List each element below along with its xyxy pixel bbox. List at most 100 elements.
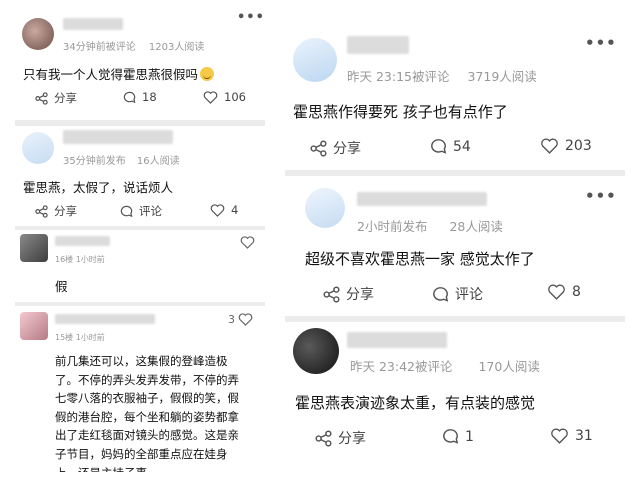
reply-text: 前几集还可以，这集假的登峰造极 了。不停的弄头发弄发带，不停的弄 七零八落的衣服… <box>55 352 239 472</box>
reply-meta: 15楼 1小时前 <box>55 333 105 342</box>
more-options-icon[interactable]: ••• <box>237 10 265 25</box>
divider <box>15 302 265 306</box>
post-time: 昨天 23:15被评论 <box>347 69 450 84</box>
reply-line: 子节目，妈妈的全部重点应在娃身 <box>55 446 228 461</box>
avatar[interactable] <box>22 132 54 164</box>
share-icon <box>35 91 48 105</box>
post-time: 34分钟前被评论 <box>63 42 136 53</box>
share-label: 分享 <box>54 204 77 218</box>
comment-count: 54 <box>453 138 471 155</box>
comment-button[interactable]: 1 <box>442 428 474 445</box>
username-blurred <box>63 130 173 144</box>
more-options-icon[interactable]: ••• <box>585 34 617 52</box>
heart-icon <box>203 90 218 104</box>
share-label: 分享 <box>346 287 374 303</box>
read-count: 3719人阅读 <box>467 69 537 84</box>
username-blurred <box>55 314 155 324</box>
share-label: 分享 <box>54 91 77 105</box>
reply-line: 七零八落的衣服袖子，假假的笑，假 <box>55 391 239 406</box>
divider <box>285 170 625 176</box>
post-content[interactable]: 超级不喜欢霍思燕一家 感觉太作了 <box>305 248 535 269</box>
avatar[interactable] <box>293 38 337 82</box>
post-text: 霍思燕，太假了，说话烦人 <box>23 180 174 195</box>
avatar[interactable] <box>305 188 345 228</box>
share-label: 分享 <box>333 141 361 157</box>
comment-count: 1 <box>465 428 474 445</box>
share-icon <box>310 139 327 157</box>
post-content[interactable]: 霍思燕表演迹象太重，有点装的感觉 <box>295 392 535 413</box>
username-blurred <box>55 236 110 246</box>
read-count: 1203人阅读 <box>148 42 205 53</box>
divider <box>285 316 625 322</box>
share-icon <box>323 285 340 303</box>
username-blurred <box>63 18 123 30</box>
like-button[interactable]: 4 <box>210 203 238 217</box>
avatar[interactable] <box>20 312 48 340</box>
right-panel: ••• 昨天 23:15被评论 3719人阅读 霍思燕作得要死 孩子也有点作了 … <box>285 12 625 479</box>
username-blurred <box>357 192 487 206</box>
post-text: 只有我一个人觉得霍思燕很假吗 <box>23 67 199 82</box>
grinning-face-icon <box>200 67 215 81</box>
comment-icon <box>443 429 459 444</box>
like-button[interactable]: 3 <box>228 313 253 326</box>
like-count: 4 <box>231 203 239 217</box>
post-time: 昨天 23:42被评论 <box>350 359 453 374</box>
like-count: 8 <box>572 284 581 300</box>
post-text: 霍思燕表演迹象太重，有点装的感觉 <box>295 394 536 412</box>
comment-count: 18 <box>142 90 157 104</box>
like-count: 203 <box>565 138 592 154</box>
post-text: 霍思燕作得要死 孩子也有点作了 <box>293 103 508 121</box>
like-button[interactable]: 203 <box>540 138 592 154</box>
share-button[interactable]: 分享 <box>35 203 77 219</box>
share-button[interactable]: 分享 <box>315 428 366 448</box>
heart-icon[interactable] <box>240 236 255 249</box>
comment-button[interactable]: 评论 <box>120 203 162 219</box>
post-time: 2小时前发布 <box>357 219 428 234</box>
comment-button[interactable]: 54 <box>430 138 471 155</box>
comment-icon <box>431 139 447 154</box>
more-options-icon[interactable]: ••• <box>585 187 617 205</box>
read-count: 16人阅读 <box>136 156 180 167</box>
post-content[interactable]: 只有我一个人觉得霍思燕很假吗 <box>23 64 215 83</box>
share-button[interactable]: 分享 <box>310 138 361 158</box>
post-content[interactable]: 霍思燕作得要死 孩子也有点作了 <box>293 101 508 122</box>
username-blurred <box>347 332 447 348</box>
like-button[interactable]: 31 <box>550 428 593 444</box>
reply-text: 假 <box>55 279 68 294</box>
like-count: 31 <box>575 428 593 444</box>
post-time: 35分钟前发布 <box>63 156 126 167</box>
comment-label: 评论 <box>139 204 162 218</box>
avatar[interactable] <box>22 18 54 50</box>
comment-label: 评论 <box>455 287 483 303</box>
comment-button[interactable]: 评论 <box>432 284 483 304</box>
avatar[interactable] <box>20 234 48 262</box>
read-count: 170人阅读 <box>478 359 540 374</box>
left-panel: ••• 34分钟前被评论 1203人阅读 只有我一个人觉得霍思燕很假吗 分享 1… <box>15 0 265 479</box>
share-button[interactable]: 分享 <box>323 284 374 304</box>
comment-button[interactable]: 18 <box>123 90 157 104</box>
reply-line: 假的港台腔，每个坐和躺的姿势都拿 <box>55 409 239 424</box>
share-icon <box>35 204 48 218</box>
like-button[interactable]: 8 <box>547 284 581 300</box>
reply-line: 前几集还可以，这集假的登峰造极 <box>55 354 228 368</box>
share-label: 分享 <box>338 431 366 447</box>
divider <box>15 226 265 230</box>
avatar[interactable] <box>293 328 339 374</box>
heart-icon <box>541 138 558 154</box>
username-blurred <box>347 36 409 54</box>
heart-icon <box>551 428 568 444</box>
reply-line: 上，还是主持子事 <box>55 464 239 472</box>
heart-icon <box>210 203 225 217</box>
post-text: 超级不喜欢霍思燕一家 感觉太作了 <box>305 250 535 268</box>
like-button[interactable]: 106 <box>203 90 246 104</box>
heart-icon <box>548 284 565 300</box>
reply-line: 了。不停的弄头发弄发带，不停的弄 <box>55 372 239 387</box>
comment-icon <box>433 286 449 302</box>
post-content[interactable]: 霍思燕，太假了，说话烦人 <box>23 177 173 196</box>
divider <box>15 120 265 126</box>
heart-icon <box>238 313 253 326</box>
comment-icon <box>123 91 136 103</box>
share-button[interactable]: 分享 <box>35 90 77 106</box>
share-icon <box>315 429 332 447</box>
read-count: 28人阅读 <box>449 219 503 234</box>
